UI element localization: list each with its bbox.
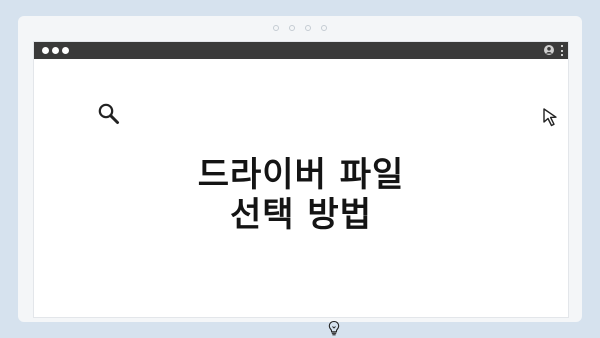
indicator-dot: [273, 25, 279, 31]
frame-indicator-dots: [18, 25, 582, 31]
lightbulb-icon: [328, 320, 340, 336]
indicator-dot: [305, 25, 311, 31]
title-line-2: 선택 방법: [230, 195, 372, 235]
window-dot-icon[interactable]: [52, 47, 59, 54]
indicator-dot: [289, 25, 295, 31]
user-icon[interactable]: [544, 45, 554, 55]
cursor-arrow-icon: [543, 108, 557, 127]
page-title: 드라이버 파일 선택 방법: [34, 155, 568, 235]
title-line-1: 드라이버 파일: [197, 155, 405, 195]
search-icon: [98, 103, 119, 124]
window-dot-icon[interactable]: [62, 47, 69, 54]
kebab-menu-icon[interactable]: [560, 45, 564, 56]
browser-window: 드라이버 파일 선택 방법: [33, 41, 569, 336]
outer-frame: 드라이버 파일 선택 방법: [18, 16, 582, 336]
indicator-dot: [321, 25, 327, 31]
window-dot-icon[interactable]: [42, 47, 49, 54]
window-titlebar: [34, 42, 568, 59]
